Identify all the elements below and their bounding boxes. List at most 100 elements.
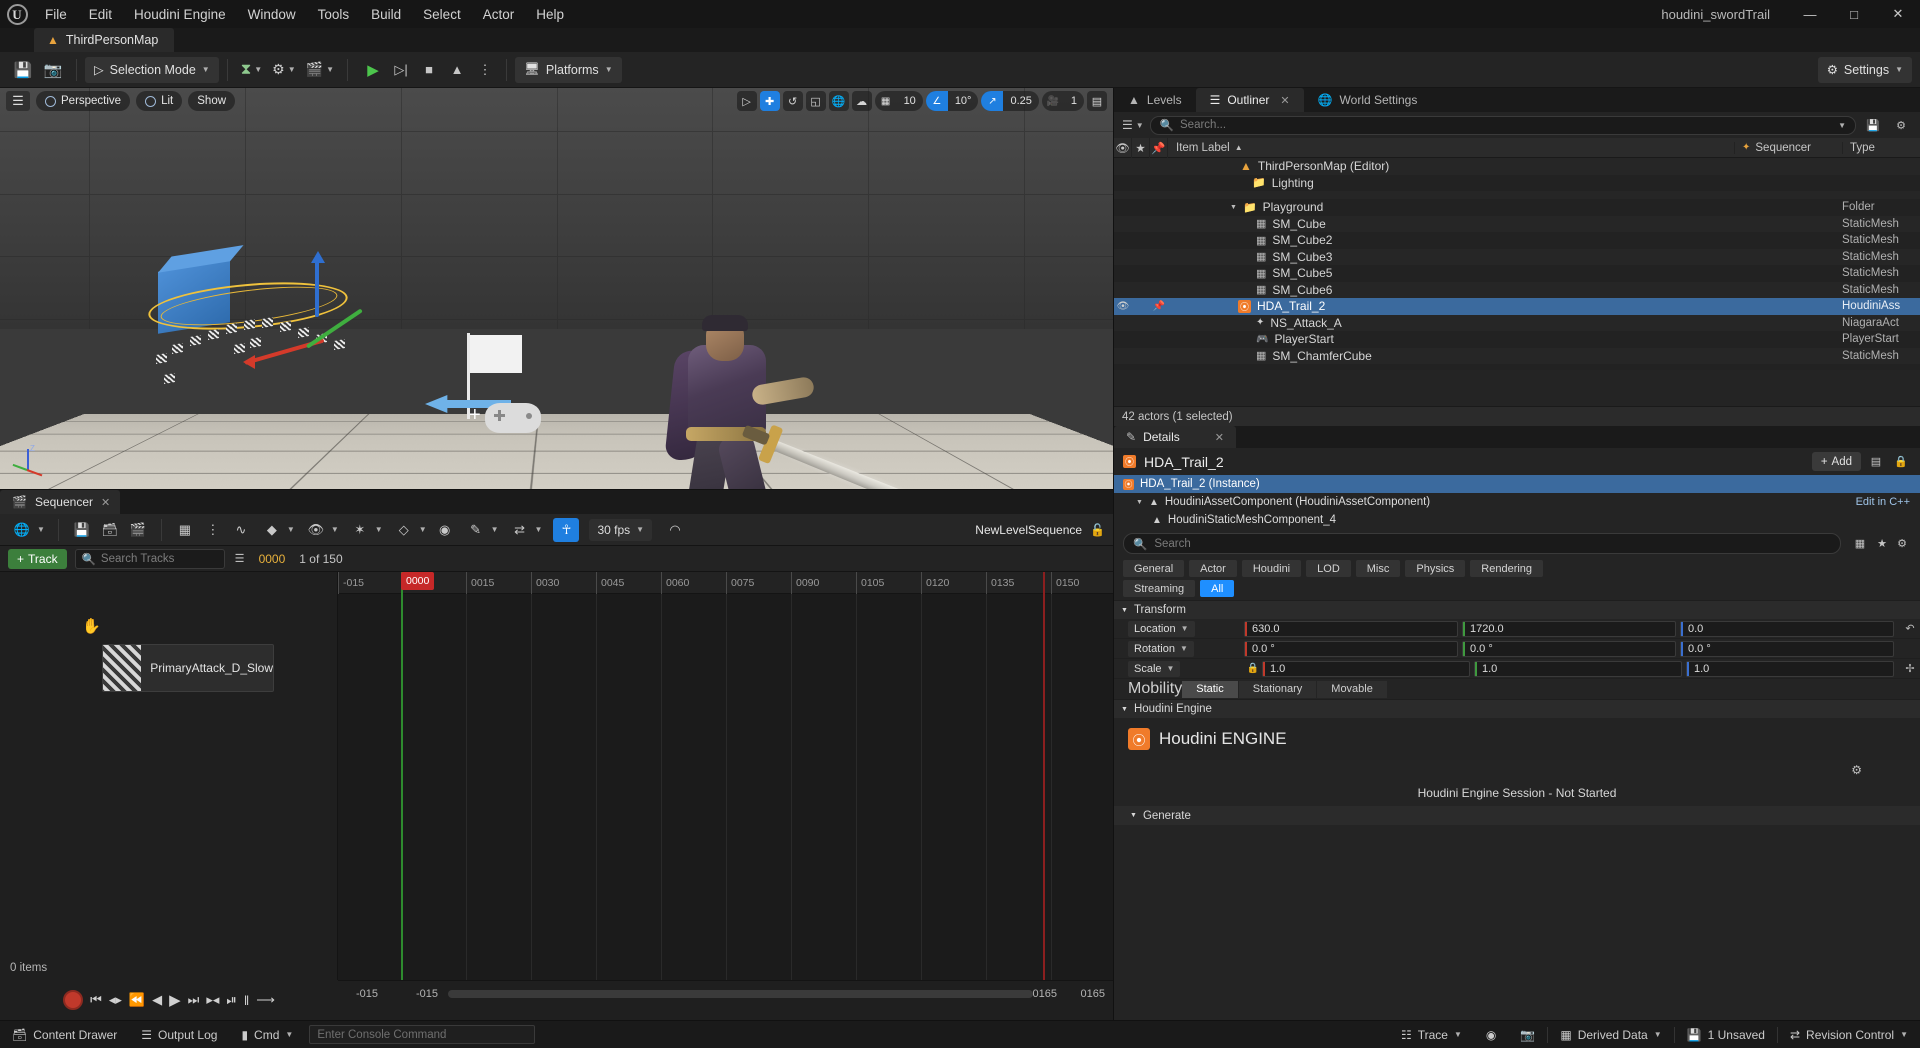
save-icon[interactable]: 💾 bbox=[69, 518, 95, 542]
unsaved-button[interactable]: 💾 1 Unsaved bbox=[1675, 1021, 1777, 1048]
add-track-button[interactable]: + Track bbox=[8, 548, 67, 569]
scale-lock-icon[interactable]: 🔒 bbox=[1244, 663, 1262, 674]
surface-snap-icon[interactable]: ☁ bbox=[851, 91, 872, 111]
add-component-button[interactable]: + Add bbox=[1811, 452, 1861, 471]
expander-icon[interactable]: ▼ bbox=[1136, 499, 1143, 506]
grid-view-icon[interactable]: ▦ bbox=[1850, 534, 1870, 553]
row-visibility-icon[interactable]: 👁 bbox=[1114, 301, 1132, 312]
sequencer-world-dropdown[interactable]: 🌐 ▼ bbox=[6, 518, 48, 542]
screenshot-button[interactable]: 📷 bbox=[1508, 1021, 1547, 1048]
outliner-filter-dropdown[interactable]: ☰ ▼ bbox=[1122, 118, 1144, 132]
selection-mode-dropdown[interactable]: ▷ Selection Mode ▼ bbox=[85, 56, 219, 83]
outliner-row-ns-attack-a[interactable]: ✦ NS_Attack_A NiagaraAct bbox=[1114, 314, 1920, 331]
scale-icon[interactable]: ◱ bbox=[805, 91, 826, 111]
maximize-button[interactable]: □ bbox=[1832, 0, 1876, 28]
menu-select[interactable]: Select bbox=[412, 0, 472, 28]
close-icon[interactable]: ✕ bbox=[1215, 431, 1224, 444]
unreal-logo-icon[interactable]: U bbox=[0, 0, 34, 28]
step-back-icon[interactable]: ⏪ bbox=[129, 992, 145, 1008]
level-viewport[interactable]: + ☰ Perspective Lit Show ▷ ✚ ↺ ◱ 🌐 ☁ ▦ 1… bbox=[0, 88, 1113, 489]
revision-control-button[interactable]: ⇄ Revision Control ▼ bbox=[1778, 1021, 1920, 1048]
output-log-button[interactable]: ☰ Output Log bbox=[129, 1021, 229, 1048]
scale-z-input[interactable]: 1.0 bbox=[1686, 660, 1894, 677]
gizmo-z-axis[interactable] bbox=[315, 259, 319, 317]
minimize-button[interactable]: — bbox=[1788, 0, 1832, 28]
platforms-dropdown[interactable]: 🖥 Platforms ▼ bbox=[515, 56, 622, 83]
column-pin-icon[interactable]: 📌 bbox=[1150, 137, 1168, 158]
location-z-input[interactable]: 0.0 bbox=[1680, 620, 1894, 637]
mobility-static-button[interactable]: Static bbox=[1182, 680, 1239, 698]
rotation-y-input[interactable]: 0.0 ° bbox=[1462, 640, 1676, 657]
menu-build[interactable]: Build bbox=[360, 0, 412, 28]
column-favorite-icon[interactable]: ★ bbox=[1132, 137, 1150, 158]
skip-button[interactable]: ▷| bbox=[388, 57, 414, 83]
add-actor-button[interactable]: ⧗ ▼ bbox=[236, 57, 267, 83]
rotation-dropdown[interactable]: Rotation ▼ bbox=[1128, 640, 1194, 657]
paint-dropdown[interactable]: ✎ ▼ bbox=[460, 518, 502, 542]
trace-button[interactable]: ☷ Trace ▼ bbox=[1389, 1021, 1474, 1048]
select-icon[interactable]: ▷ bbox=[736, 91, 757, 111]
viewport-perspective-dropdown[interactable]: Perspective bbox=[36, 91, 131, 111]
column-sequencer[interactable]: ✦ Sequencer bbox=[1734, 141, 1842, 154]
filter-tab-actor[interactable]: Actor bbox=[1189, 560, 1237, 577]
component-houdini-static-mesh[interactable]: ▲ HoudiniStaticMeshComponent_4 bbox=[1114, 511, 1920, 529]
tab-world-settings[interactable]: 🌐 World Settings bbox=[1304, 88, 1432, 112]
location-dropdown[interactable]: Location ▼ bbox=[1128, 620, 1195, 637]
angle-snap-control[interactable]: ∠ 10° bbox=[925, 91, 979, 111]
rotation-x-input[interactable]: 0.0 ° bbox=[1244, 640, 1458, 657]
play-icon[interactable]: ▶ bbox=[169, 991, 181, 1009]
menu-help[interactable]: Help bbox=[525, 0, 575, 28]
play-button[interactable]: ▶ bbox=[360, 57, 386, 83]
menu-tools[interactable]: Tools bbox=[307, 0, 361, 28]
key-dropdown[interactable]: ◆ ▼ bbox=[256, 518, 298, 542]
track-item-primaryattack[interactable]: PrimaryAttack_D_Slow bbox=[102, 644, 274, 692]
component-houdini-asset-component[interactable]: ▼ ▲ HoudiniAssetComponent (HoudiniAssetC… bbox=[1114, 493, 1920, 511]
rotation-z-input[interactable]: 0.0 ° bbox=[1680, 640, 1894, 657]
menu-file[interactable]: File bbox=[34, 0, 78, 28]
outliner-row-partial[interactable] bbox=[1114, 191, 1920, 199]
save-icon[interactable]: 💾 bbox=[8, 56, 38, 84]
outliner-row-playground[interactable]: ▼ 📁 Playground Folder bbox=[1114, 199, 1920, 216]
forward-icon[interactable]: ⟶ bbox=[256, 992, 275, 1008]
outliner-row-sm-cube3[interactable]: ▦ SM_Cube3 StaticMesh bbox=[1114, 248, 1920, 265]
filter-tab-general[interactable]: General bbox=[1123, 560, 1185, 577]
sequencer-timeline[interactable]: -015 0015 0030 0045 0060 0075 0090 0105 … bbox=[338, 572, 1113, 1020]
transform-section-header[interactable]: ▼ Transform bbox=[1114, 600, 1920, 619]
scale-snap-control[interactable]: ↗ 0.25 bbox=[981, 91, 1039, 111]
jump-to-start-icon[interactable]: ⏮ bbox=[90, 992, 102, 1008]
blueprint-icon[interactable]: ▤ bbox=[1866, 452, 1886, 471]
content-drawer-button[interactable]: 🗃 Content Drawer bbox=[0, 1021, 129, 1048]
current-frame-value[interactable]: 0000 bbox=[259, 552, 286, 566]
more-options-icon[interactable]: ⋮ bbox=[472, 57, 498, 83]
column-type[interactable]: Type bbox=[1842, 141, 1920, 154]
mobility-stationary-button[interactable]: Stationary bbox=[1238, 680, 1318, 698]
profiler-button[interactable]: ◉ bbox=[1474, 1021, 1508, 1048]
reset-location-icon[interactable]: ↶ bbox=[1900, 622, 1920, 635]
tab-outliner[interactable]: ☰ Outliner ✕ bbox=[1195, 88, 1304, 112]
outliner-row-lighting[interactable]: 📁 Lighting bbox=[1114, 174, 1920, 191]
options-icon[interactable]: ⋮ bbox=[200, 518, 226, 542]
curve-icon[interactable]: ∿ bbox=[228, 518, 254, 542]
close-icon[interactable]: ✕ bbox=[101, 496, 110, 509]
cinematics-button[interactable]: 🎬 ▼ bbox=[301, 57, 339, 83]
outliner-row-partial-bottom[interactable] bbox=[1114, 364, 1920, 370]
derived-data-button[interactable]: ▦ Derived Data ▼ bbox=[1548, 1021, 1673, 1048]
settings-dropdown[interactable]: ⚙ Settings ▼ bbox=[1817, 56, 1912, 83]
reverse-icon[interactable]: ◀ bbox=[152, 992, 162, 1008]
outliner-search-input[interactable]: 🔍 Search... ▼ bbox=[1149, 115, 1856, 135]
save-icon[interactable]: 💾 bbox=[1862, 115, 1884, 135]
rotate-icon[interactable]: ↺ bbox=[782, 91, 803, 111]
outliner-row-hda-trail-2[interactable]: 👁 📌 ⦿ HDA_Trail_2 HoudiniAss bbox=[1114, 298, 1920, 315]
viewport-layout-icon[interactable]: ▤ bbox=[1087, 91, 1107, 111]
render-icon[interactable]: 🎬 bbox=[125, 518, 151, 542]
expander-icon[interactable]: ▼ bbox=[1230, 204, 1237, 211]
filter-tab-misc[interactable]: Misc bbox=[1355, 560, 1401, 577]
grid-snap-control[interactable]: ▦ 10 bbox=[874, 91, 923, 111]
menu-houdini-engine[interactable]: Houdini Engine bbox=[123, 0, 237, 28]
viewport-menu-icon[interactable]: ☰ bbox=[6, 91, 30, 111]
record-icon[interactable] bbox=[63, 990, 84, 1010]
range-end-right[interactable]: 0165 bbox=[1081, 988, 1105, 1000]
outliner-row-thirdpersonmap[interactable]: ▲ ThirdPersonMap (Editor) bbox=[1114, 158, 1920, 175]
snap-dropdown[interactable]: ⇄ ▼ bbox=[504, 518, 546, 542]
stop-button[interactable]: ■ bbox=[416, 57, 442, 83]
